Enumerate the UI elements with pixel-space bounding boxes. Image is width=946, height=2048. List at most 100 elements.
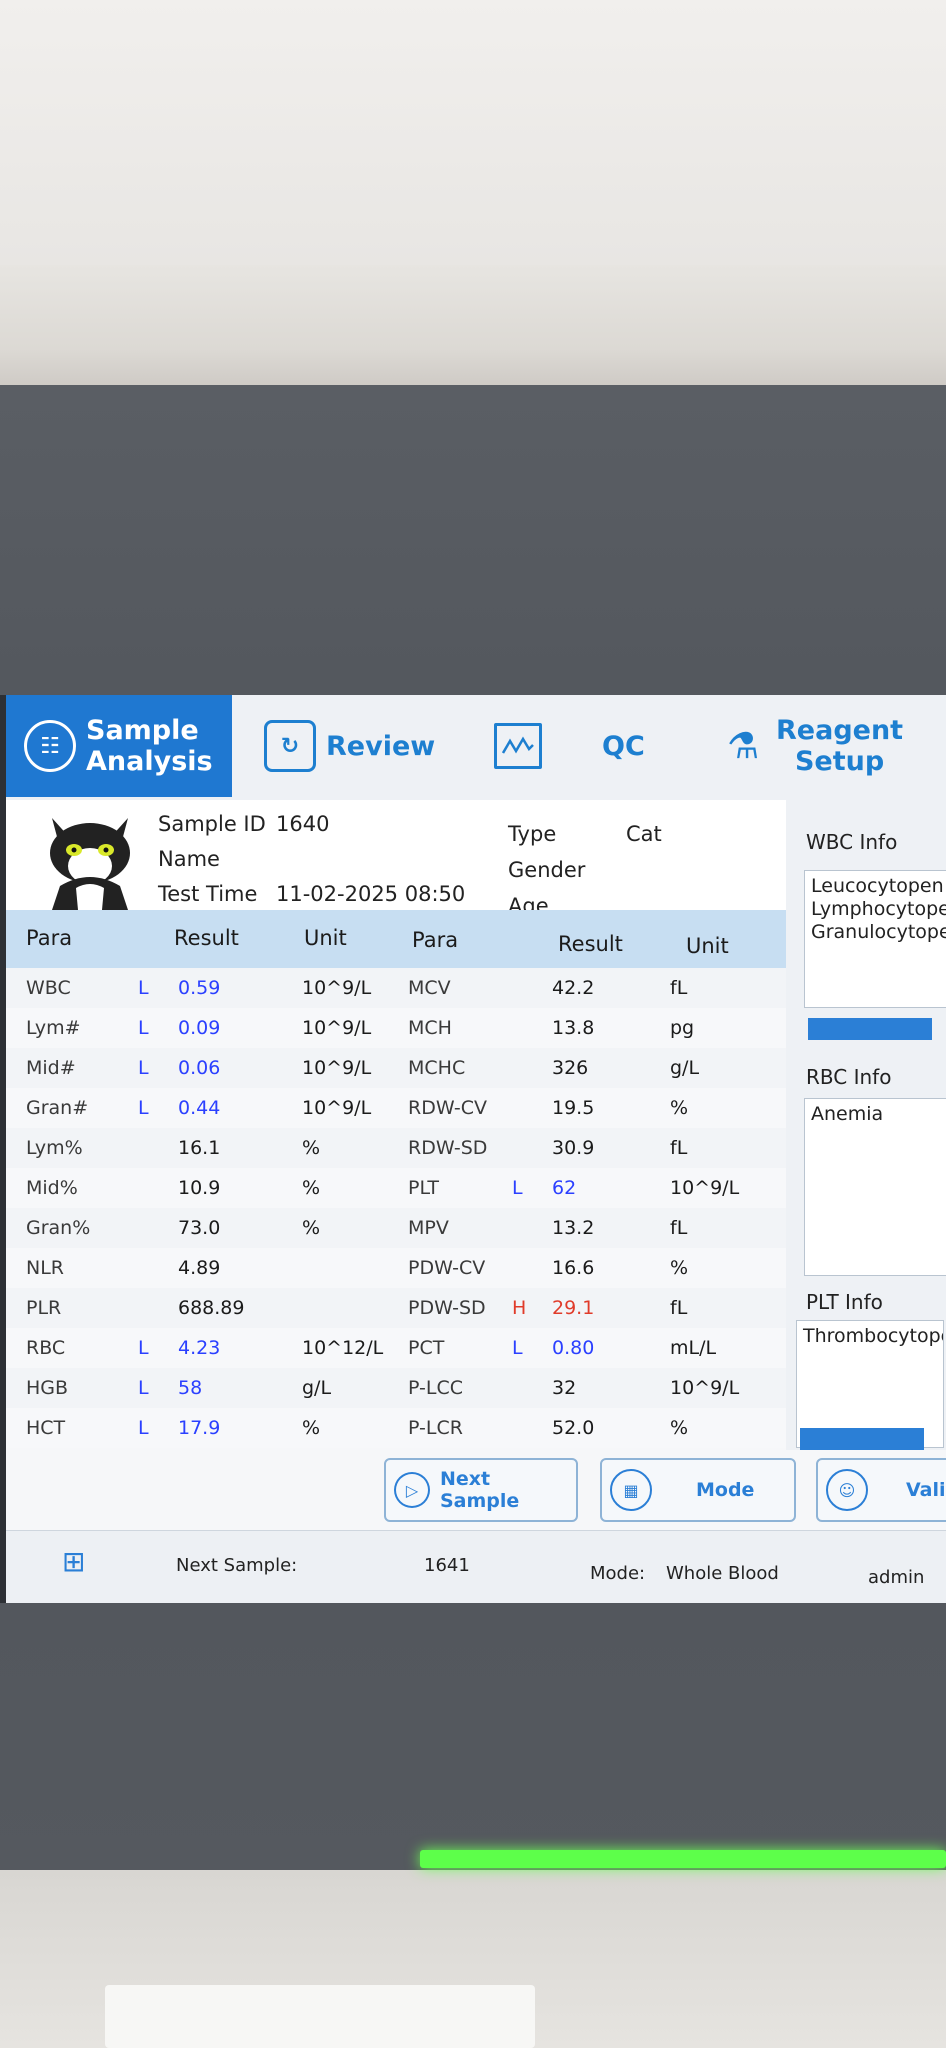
unit-cell: % bbox=[302, 1417, 321, 1439]
unit-cell: fL bbox=[670, 1297, 688, 1319]
col-para: Para bbox=[26, 926, 73, 950]
rbc-info-line: Anemia bbox=[811, 1103, 884, 1125]
para-cell: PDW-SD bbox=[408, 1297, 486, 1319]
device-top-shelf bbox=[0, 265, 946, 385]
table-row: Gran% 73.0% MPV 13.2 fL bbox=[6, 1208, 786, 1248]
wbc-info-title: WBC Info bbox=[806, 830, 898, 854]
tab-qc-label: QC bbox=[602, 730, 645, 762]
tab-qc[interactable]: QC bbox=[494, 695, 684, 797]
rbc-info-title: RBC Info bbox=[806, 1065, 892, 1089]
para-cell: P-LCR bbox=[408, 1417, 463, 1439]
result-cell: 0.44 bbox=[178, 1097, 221, 1119]
result-cell: 0.09 bbox=[178, 1017, 221, 1039]
flag-cell: L bbox=[138, 1097, 149, 1119]
result-cell: 16.6 bbox=[552, 1257, 595, 1279]
unit-cell: % bbox=[302, 1217, 321, 1239]
flag-cell: L bbox=[512, 1177, 523, 1199]
tab-label-line2: Setup bbox=[794, 746, 885, 777]
result-cell: 10.9 bbox=[178, 1177, 221, 1199]
validate-button[interactable]: ☺ Valid bbox=[816, 1458, 946, 1522]
col-para-2: Para bbox=[412, 928, 459, 952]
menu-grid-icon[interactable]: ⊞ bbox=[62, 1547, 92, 1577]
para-cell: NLR bbox=[26, 1257, 64, 1279]
result-cell: 688.89 bbox=[178, 1297, 245, 1319]
review-icon: ↻ bbox=[264, 720, 316, 772]
wbc-scrollbar[interactable] bbox=[808, 1018, 932, 1040]
tube-icon: ☷ bbox=[24, 720, 76, 772]
flag-cell: H bbox=[512, 1297, 527, 1319]
unit-cell: fL bbox=[670, 977, 688, 999]
result-cell: 32 bbox=[552, 1377, 577, 1399]
rbc-info-box[interactable]: Anemia bbox=[804, 1098, 946, 1276]
status-led-bar bbox=[420, 1850, 946, 1868]
results-table: WBC L 0.59 10^9/L MCV 42.2 fL Lym# L 0.09 10^9/L MC… bbox=[6, 968, 786, 1448]
wbc-info-box[interactable]: Leucocytopen Lymphocytope Granulocytope bbox=[804, 870, 946, 1008]
user-name: admin bbox=[868, 1567, 925, 1588]
unit-cell: g/L bbox=[302, 1377, 332, 1399]
unit-cell: 10^9/L bbox=[302, 1097, 372, 1119]
mode-button[interactable]: ▦ Mode bbox=[600, 1458, 796, 1522]
col-unit-2: Unit bbox=[686, 934, 729, 958]
table-row: Lym# L 0.09 10^9/L MCH 13.8 pg bbox=[6, 1008, 786, 1048]
status-bar: ⊞ Next Sample: 1641 Mode: Whole Blood ad… bbox=[6, 1530, 946, 1603]
unit-cell: fL bbox=[670, 1217, 688, 1239]
tab-review[interactable]: ↻ Review bbox=[264, 695, 464, 797]
tab-sample-analysis[interactable]: ☷ Sample Analysis bbox=[6, 695, 232, 797]
result-cell: 0.80 bbox=[552, 1337, 595, 1359]
para-cell: PCT bbox=[408, 1337, 445, 1359]
para-cell: PLT bbox=[408, 1177, 440, 1199]
plt-scrollbar[interactable] bbox=[800, 1428, 924, 1450]
qc-chart-icon bbox=[494, 723, 542, 769]
para-cell: Mid% bbox=[26, 1177, 78, 1199]
tab-review-label: Review bbox=[326, 730, 436, 762]
tab-label-line2: Analysis bbox=[86, 746, 213, 777]
flag-info-panel: WBC Info Leucocytopen Lymphocytope Granu… bbox=[786, 800, 946, 1450]
background-wall bbox=[0, 0, 946, 265]
results-table-header: Para Result Unit Para Result Unit bbox=[6, 910, 786, 968]
para-cell: HCT bbox=[26, 1417, 66, 1439]
wbc-info-line: Granulocytope bbox=[811, 921, 946, 943]
mode-status-label: Mode: bbox=[590, 1563, 646, 1584]
user-icon: ☺ bbox=[826, 1469, 868, 1511]
flag-cell: L bbox=[138, 1017, 149, 1039]
flag-cell: L bbox=[138, 1337, 149, 1359]
tab-label-line1: Reagent bbox=[776, 715, 904, 746]
name-label: Name bbox=[158, 847, 220, 871]
para-cell: P-LCC bbox=[408, 1377, 464, 1399]
grid-icon: ▦ bbox=[610, 1469, 652, 1511]
next-icon: ▷ bbox=[394, 1472, 430, 1508]
type-value: Cat bbox=[626, 822, 662, 846]
type-label: Type bbox=[508, 822, 557, 846]
flag-cell: L bbox=[512, 1337, 523, 1359]
sample-id-label: Sample ID bbox=[158, 812, 266, 836]
unit-cell: % bbox=[670, 1257, 689, 1279]
para-cell: Lym% bbox=[26, 1137, 83, 1159]
para-cell: Gran# bbox=[26, 1097, 89, 1119]
next-sample-button[interactable]: ▷ Next Sample bbox=[384, 1458, 578, 1522]
para-cell: MPV bbox=[408, 1217, 449, 1239]
result-cell: 73.0 bbox=[178, 1217, 221, 1239]
unit-cell: 10^9/L bbox=[302, 977, 372, 999]
cat-avatar-icon bbox=[50, 818, 130, 910]
unit-cell: 10^9/L bbox=[302, 1057, 372, 1079]
tab-reagent-setup[interactable]: ⚗ Reagent Setup bbox=[720, 695, 946, 797]
result-cell: 19.5 bbox=[552, 1097, 595, 1119]
unit-cell: % bbox=[302, 1177, 321, 1199]
table-row: NLR 4.89 PDW-CV 16.6% bbox=[6, 1248, 786, 1288]
flag-cell: L bbox=[138, 977, 149, 999]
next-sample-label: Next Sample bbox=[439, 1468, 520, 1512]
para-cell: PLR bbox=[26, 1297, 62, 1319]
result-cell: 17.9 bbox=[178, 1417, 221, 1439]
para-cell: MCHC bbox=[408, 1057, 466, 1079]
tab-label-line1: Sample bbox=[86, 715, 199, 746]
result-cell: 16.1 bbox=[178, 1137, 221, 1159]
para-cell: RBC bbox=[26, 1337, 66, 1359]
mode-status-value: Whole Blood bbox=[666, 1563, 779, 1584]
result-cell: 62 bbox=[552, 1177, 577, 1199]
result-cell: 58 bbox=[178, 1377, 203, 1399]
sticker-label bbox=[105, 1985, 535, 2048]
plt-info-title: PLT Info bbox=[806, 1290, 883, 1314]
result-cell: 4.89 bbox=[178, 1257, 221, 1279]
table-row: WBC L 0.59 10^9/L MCV 42.2 fL bbox=[6, 968, 786, 1008]
para-cell: RDW-SD bbox=[408, 1137, 488, 1159]
